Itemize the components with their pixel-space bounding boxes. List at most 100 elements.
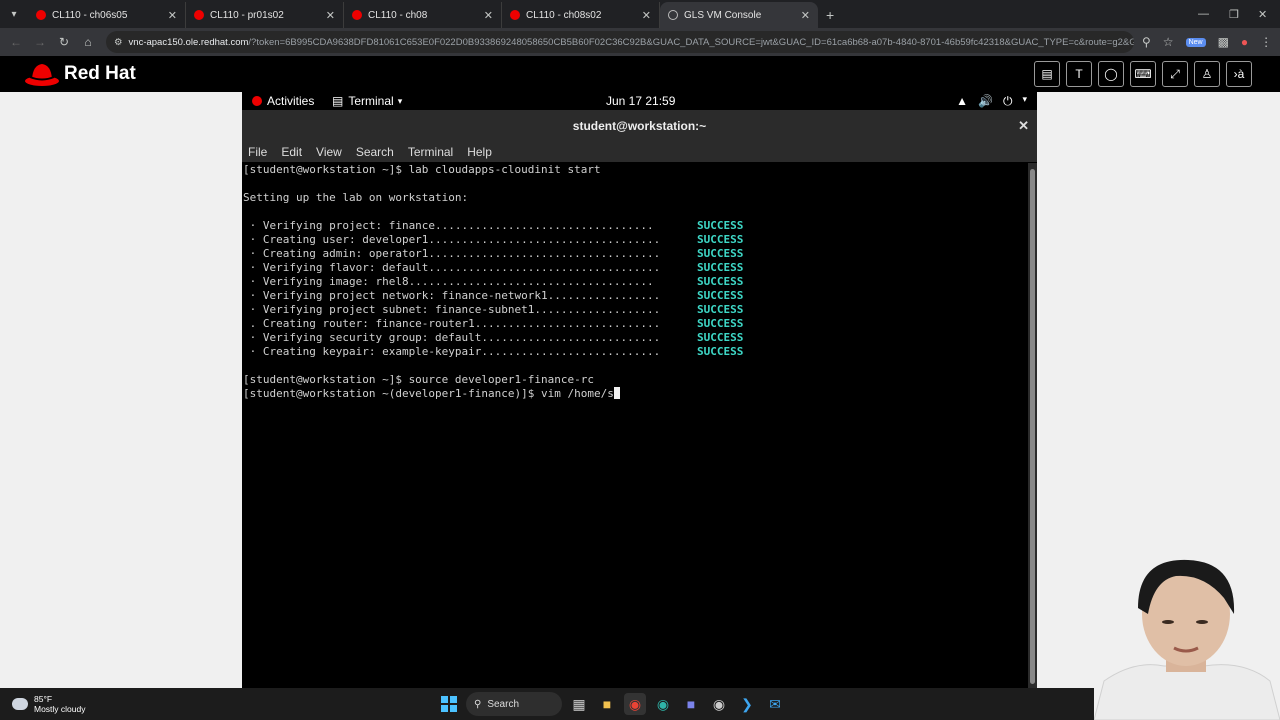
user-lock-icon[interactable]: ♙ xyxy=(1194,61,1220,87)
reload-icon[interactable]: ↻ xyxy=(52,35,76,49)
input-method-button[interactable]: › à xyxy=(1226,61,1252,87)
redhat-favicon-icon xyxy=(194,10,204,20)
zoom-icon[interactable]: ⚲ xyxy=(1142,35,1151,49)
terminal-line: · Verifying project subnet: finance-subn… xyxy=(243,303,661,316)
browser-menu-icon[interactable]: ⋮ xyxy=(1260,35,1272,49)
close-tab-icon[interactable]: ✕ xyxy=(801,9,810,22)
text-tool-button[interactable]: T xyxy=(1066,61,1092,87)
app-menu-label: Terminal xyxy=(348,94,394,108)
redhat-header: Red Hat ▤ T ◯ ⌨ ⤢ ♙ › à xyxy=(0,56,1280,92)
site-info-icon[interactable]: ⚙ xyxy=(114,37,123,48)
tab-title: CL110 - pr01s02 xyxy=(210,9,284,21)
profile-icon[interactable]: ● xyxy=(1241,35,1248,49)
terminal-app-icon: ▤ xyxy=(332,94,344,108)
home-icon[interactable]: ⌂ xyxy=(76,35,100,49)
success-status: SUCCESS xyxy=(697,247,744,260)
system-menu[interactable]: ▲ 🔊 ⏻ ▾ xyxy=(956,94,1027,109)
keyboard-icon[interactable]: ⌨ xyxy=(1130,61,1156,87)
document-icon[interactable]: ▤ xyxy=(1034,61,1060,87)
outlook-icon[interactable]: ✉ xyxy=(764,693,786,715)
tab-title: GLS VM Console xyxy=(684,9,762,21)
terminal-window: student@workstation:~ ✕ File Edit View Sear… xyxy=(242,110,1037,688)
terminal-menu-search[interactable]: Search xyxy=(356,145,394,159)
url-host: vnc-apac150.ole.redhat.com xyxy=(128,36,249,48)
weather-condition: Mostly cloudy xyxy=(34,704,86,714)
terminal-menu-edit[interactable]: Edit xyxy=(281,145,302,159)
close-tab-icon[interactable]: ✕ xyxy=(484,9,493,22)
address-bar[interactable]: ⚙ vnc-apac150.ole.redhat.com /?token=6B9… xyxy=(106,31,1134,53)
redhat-favicon-icon xyxy=(352,10,362,20)
new-badge[interactable]: New xyxy=(1185,37,1206,47)
terminal-title: student@workstation:~ xyxy=(572,119,707,133)
tab-search-chevron-icon[interactable]: ▾ xyxy=(0,0,28,28)
windows-taskbar: 85°F Mostly cloudy ⚲ Search ▦ ■ ◉ ◉ ■ ◉ … xyxy=(0,688,1280,720)
activities-label: Activities xyxy=(267,94,315,108)
terminal-scrollbar[interactable] xyxy=(1028,163,1037,688)
terminal-menubar: File Edit View Search Terminal Help xyxy=(242,142,1037,162)
new-tab-button[interactable]: + xyxy=(826,2,834,28)
terminal-menu-file[interactable]: File xyxy=(248,145,267,159)
browser-tab-strip: ▾ CL110 - ch06s05 ✕ CL110 - pr01s02 ✕ CL110 … xyxy=(0,0,1280,28)
clock[interactable]: Jun 17 21:59 xyxy=(606,94,675,108)
bookmark-star-icon[interactable]: ☆ xyxy=(1163,35,1174,49)
browser-tab[interactable]: CL110 - pr01s02 ✕ xyxy=(186,2,344,28)
terminal-titlebar[interactable]: student@workstation:~ ✕ xyxy=(242,110,1037,142)
terminal-cursor xyxy=(613,387,620,399)
browser-tab[interactable]: GLS VM Console ✕ xyxy=(660,2,818,28)
success-status: SUCCESS xyxy=(697,261,744,274)
edge-icon[interactable]: ◉ xyxy=(652,693,674,715)
close-window-icon[interactable]: ✕ xyxy=(1258,0,1267,28)
start-windows-icon[interactable] xyxy=(438,693,460,715)
back-icon[interactable]: ← xyxy=(4,35,28,49)
task-view-icon[interactable]: ▦ xyxy=(568,693,590,715)
app-menu-terminal[interactable]: ▤ Terminal ▾ xyxy=(332,94,402,108)
success-status: SUCCESS xyxy=(697,275,744,288)
scrollbar-thumb[interactable] xyxy=(1030,169,1035,684)
minimize-icon[interactable]: — xyxy=(1198,0,1209,28)
file-explorer-icon[interactable]: ■ xyxy=(596,693,618,715)
success-status: SUCCESS xyxy=(697,219,744,232)
forward-icon[interactable]: → xyxy=(28,35,52,49)
search-icon: ⚲ xyxy=(474,698,482,710)
browser-tab[interactable]: CL110 - ch06s05 ✕ xyxy=(28,2,186,28)
terminal-line: · Verifying project network: finance-net… xyxy=(243,289,661,302)
activities-button[interactable]: Activities xyxy=(252,94,314,108)
terminal-line: [student@workstation ~]$ lab cloudapps-c… xyxy=(243,163,601,176)
weather-widget[interactable]: 85°F Mostly cloudy xyxy=(12,694,86,714)
gnome-top-bar: Activities ▤ Terminal ▾ Jun 17 21:59 ▲ 🔊… xyxy=(242,92,1037,110)
teams-icon[interactable]: ■ xyxy=(680,693,702,715)
success-status: SUCCESS xyxy=(697,303,744,316)
terminal-line: · Verifying security group: default.....… xyxy=(243,331,661,344)
redhat-activities-icon xyxy=(252,96,262,106)
refresh-icon[interactable]: ◯ xyxy=(1098,61,1124,87)
terminal-line: · Creating admin: operator1.............… xyxy=(243,247,661,260)
redhat-logo-text: Red Hat xyxy=(64,63,136,84)
close-tab-icon[interactable]: ✕ xyxy=(642,9,651,22)
terminal-output[interactable]: [student@workstation ~]$ lab cloudapps-c… xyxy=(242,163,1028,688)
tab-title: CL110 - ch06s05 xyxy=(52,9,128,21)
network-icon: ▲ xyxy=(956,94,969,108)
extensions-icon[interactable]: ▩ xyxy=(1218,35,1229,49)
chrome-dev-icon[interactable]: ◉ xyxy=(708,693,730,715)
browser-tab[interactable]: CL110 - ch08s02 ✕ xyxy=(502,2,660,28)
temperature: 85°F xyxy=(34,694,53,704)
success-status: SUCCESS xyxy=(697,317,744,330)
maximize-icon[interactable]: ❐ xyxy=(1229,0,1239,28)
terminal-menu-help[interactable]: Help xyxy=(467,145,492,159)
browser-tab[interactable]: CL110 - ch08 ✕ xyxy=(344,2,502,28)
chevron-down-icon: ▾ xyxy=(1022,94,1027,104)
chrome-icon[interactable]: ◉ xyxy=(624,693,646,715)
fullscreen-off-icon[interactable]: ⤢ xyxy=(1162,61,1188,87)
taskbar-search[interactable]: ⚲ Search xyxy=(466,692,562,716)
volume-icon: 🔊 xyxy=(978,94,993,108)
terminal-line: · Creating keypair: example-keypair.....… xyxy=(243,345,661,358)
success-status: SUCCESS xyxy=(697,233,744,246)
redhat-favicon-icon xyxy=(36,10,46,20)
close-tab-icon[interactable]: ✕ xyxy=(326,9,335,22)
close-tab-icon[interactable]: ✕ xyxy=(168,9,177,22)
terminal-menu-view[interactable]: View xyxy=(316,145,342,159)
tab-title: CL110 - ch08 xyxy=(368,9,428,21)
close-icon[interactable]: ✕ xyxy=(1018,118,1029,134)
vscode-icon[interactable]: ❯ xyxy=(736,693,758,715)
terminal-menu-terminal[interactable]: Terminal xyxy=(408,145,453,159)
